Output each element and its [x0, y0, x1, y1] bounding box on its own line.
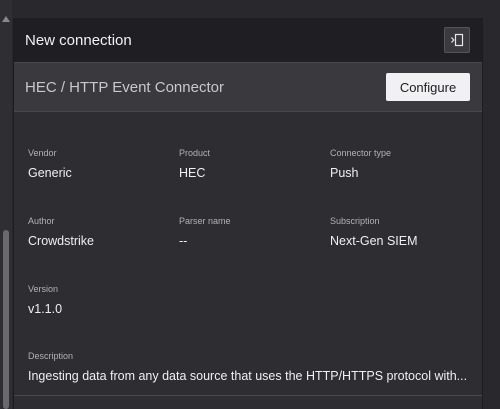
version-field: Version v1.1.0	[28, 284, 62, 316]
parser-name-value: --	[179, 234, 188, 248]
connector-type-field: Connector type Push	[330, 148, 391, 180]
subscription-field: Subscription Next-Gen SIEM	[330, 216, 418, 248]
description-value: Ingesting data from any data source that…	[28, 369, 468, 383]
scrollbar-thumb[interactable]	[3, 230, 9, 409]
vendor-value: Generic	[28, 166, 72, 180]
panel-header: New connection	[14, 18, 482, 62]
author-field: Author Crowdstrike	[28, 216, 94, 248]
product-label: Product	[179, 148, 211, 158]
panel-title: New connection	[25, 31, 132, 49]
subscription-label: Subscription	[330, 216, 380, 226]
page: New connection HEC / HTTP Event Connecto…	[0, 0, 500, 409]
parser-name-field: Parser name --	[179, 216, 231, 248]
panel-collapse-icon	[451, 33, 464, 47]
new-connection-panel: New connection HEC / HTTP Event Connecto…	[13, 18, 483, 409]
product-field: Product HEC	[179, 148, 210, 180]
description-label: Description	[28, 351, 74, 361]
subscription-value: Next-Gen SIEM	[330, 234, 418, 248]
divider	[14, 395, 482, 396]
collapse-panel-button[interactable]	[444, 27, 470, 53]
author-value: Crowdstrike	[28, 234, 94, 248]
description-field: Description Ingesting data from any data…	[28, 351, 474, 383]
connector-type-value: Push	[330, 166, 359, 180]
connector-name: HEC / HTTP Event Connector	[25, 78, 224, 96]
connector-header: HEC / HTTP Event Connector Configure	[14, 62, 482, 112]
configure-button[interactable]: Configure	[386, 73, 470, 101]
connector-type-label: Connector type	[330, 148, 392, 158]
version-value: v1.1.0	[28, 302, 63, 316]
author-label: Author	[28, 216, 55, 226]
scroll-up-arrow-icon[interactable]	[2, 16, 10, 22]
scroll-gutter	[0, 0, 12, 409]
vendor-label: Vendor	[28, 148, 57, 158]
vendor-field: Vendor Generic	[28, 148, 72, 180]
product-value: HEC	[179, 166, 206, 180]
version-label: Version	[28, 284, 59, 294]
parser-name-label: Parser name	[179, 216, 231, 226]
